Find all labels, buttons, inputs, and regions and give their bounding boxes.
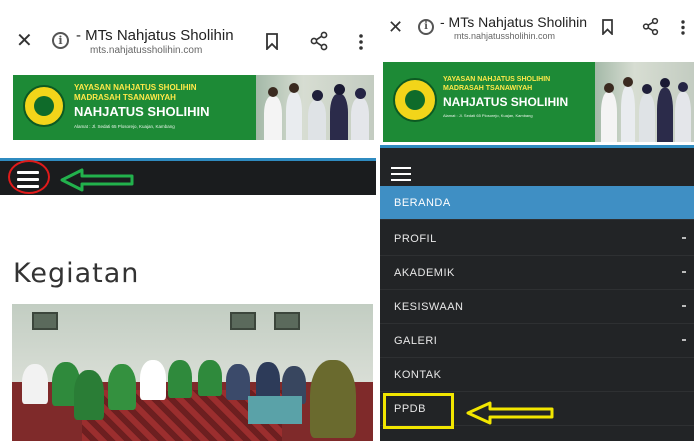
activity-photo (12, 304, 373, 441)
menu-item-akademik[interactable]: AKADEMIK (380, 256, 694, 290)
top-navbar (0, 158, 378, 195)
menu-item-profil[interactable]: PROFIL (380, 222, 694, 256)
school-banner: YAYASAN NAHJATUS SHOLIHIN MADRASAH TSANA… (13, 75, 374, 140)
section-heading: Kegiatan (13, 258, 140, 289)
hamburger-menu-button[interactable] (391, 167, 411, 185)
more-vertical-icon[interactable] (358, 33, 364, 51)
share-icon[interactable] (642, 17, 659, 36)
page-title-bar: - MTs Nahjatus Sholihin (440, 14, 588, 30)
bookmark-icon[interactable] (265, 33, 279, 50)
highlight-box (383, 393, 454, 429)
banner-address: Alamat : Jl. Sedati 65 Plosorejo, Kuajan… (443, 113, 533, 118)
highlight-circle (8, 160, 50, 194)
banner-foundation: YAYASAN NAHJATUS SHOLIHIN (74, 83, 197, 92)
menu-item-label: KONTAK (394, 369, 442, 381)
page-title-bar: - MTs Nahjatus Sholihin (76, 27, 234, 44)
share-icon[interactable] (310, 31, 328, 51)
bookmark-icon[interactable] (601, 19, 614, 35)
submenu-indicator-icon (682, 271, 686, 273)
banner-madrasah: MADRASAH TSANAWIYAH (74, 93, 176, 102)
browser-toolbar: ✕ i - MTs Nahjatus Sholihin mts.nahjatus… (380, 0, 694, 64)
banner-photo (595, 62, 694, 142)
menu-item-galeri[interactable]: GALERI (380, 324, 694, 358)
menu-item-label: AKADEMIK (394, 267, 455, 279)
school-logo (393, 78, 437, 122)
menu-item-label: KESISWAAN (394, 301, 464, 313)
side-menu-drawer: BERANDA PROFIL AKADEMIK KESISWAAN GALERI… (380, 159, 694, 441)
submenu-indicator-icon (682, 339, 686, 341)
submenu-indicator-icon (682, 305, 686, 307)
menu-item-label: GALERI (394, 335, 438, 347)
page-url: mts.nahjatussholihin.com (454, 31, 556, 41)
arrow-left-icon (466, 401, 554, 425)
info-icon[interactable]: i (52, 32, 69, 49)
banner-madrasah: MADRASAH TSANAWIYAH (443, 85, 533, 92)
right-screenshot: ✕ i - MTs Nahjatus Sholihin mts.nahjatus… (380, 0, 694, 441)
school-banner: YAYASAN NAHJATUS SHOLIHIN MADRASAH TSANA… (383, 62, 694, 142)
banner-school-name: NAHJATUS SHOLIHIN (74, 104, 210, 119)
submenu-indicator-icon (682, 237, 686, 239)
banner-photo (256, 75, 374, 140)
close-icon[interactable]: ✕ (388, 18, 403, 36)
top-navbar (380, 145, 694, 159)
more-vertical-icon[interactable] (680, 19, 686, 36)
menu-item-kontak[interactable]: KONTAK (380, 358, 694, 392)
info-icon[interactable]: i (418, 19, 434, 35)
menu-item-kesiswaan[interactable]: KESISWAAN (380, 290, 694, 324)
page-url: mts.nahjatussholihin.com (90, 45, 203, 56)
banner-foundation: YAYASAN NAHJATUS SHOLIHIN (443, 76, 551, 83)
menu-item-label: PROFIL (394, 233, 437, 245)
banner-address: Alamat : Jl. Sedati 65 Plosorejo, Kuajan… (74, 124, 175, 129)
banner-school-name: NAHJATUS SHOLIHIN (443, 95, 569, 109)
menu-item-beranda[interactable]: BERANDA (380, 186, 694, 220)
close-icon[interactable]: ✕ (16, 31, 33, 51)
school-logo (23, 85, 65, 127)
left-screenshot: ✕ i - MTs Nahjatus Sholihin mts.nahjatus… (0, 0, 378, 441)
browser-toolbar: ✕ i - MTs Nahjatus Sholihin mts.nahjatus… (0, 0, 378, 72)
menu-item-label: BERANDA (394, 197, 451, 209)
arrow-left-icon (60, 168, 134, 192)
